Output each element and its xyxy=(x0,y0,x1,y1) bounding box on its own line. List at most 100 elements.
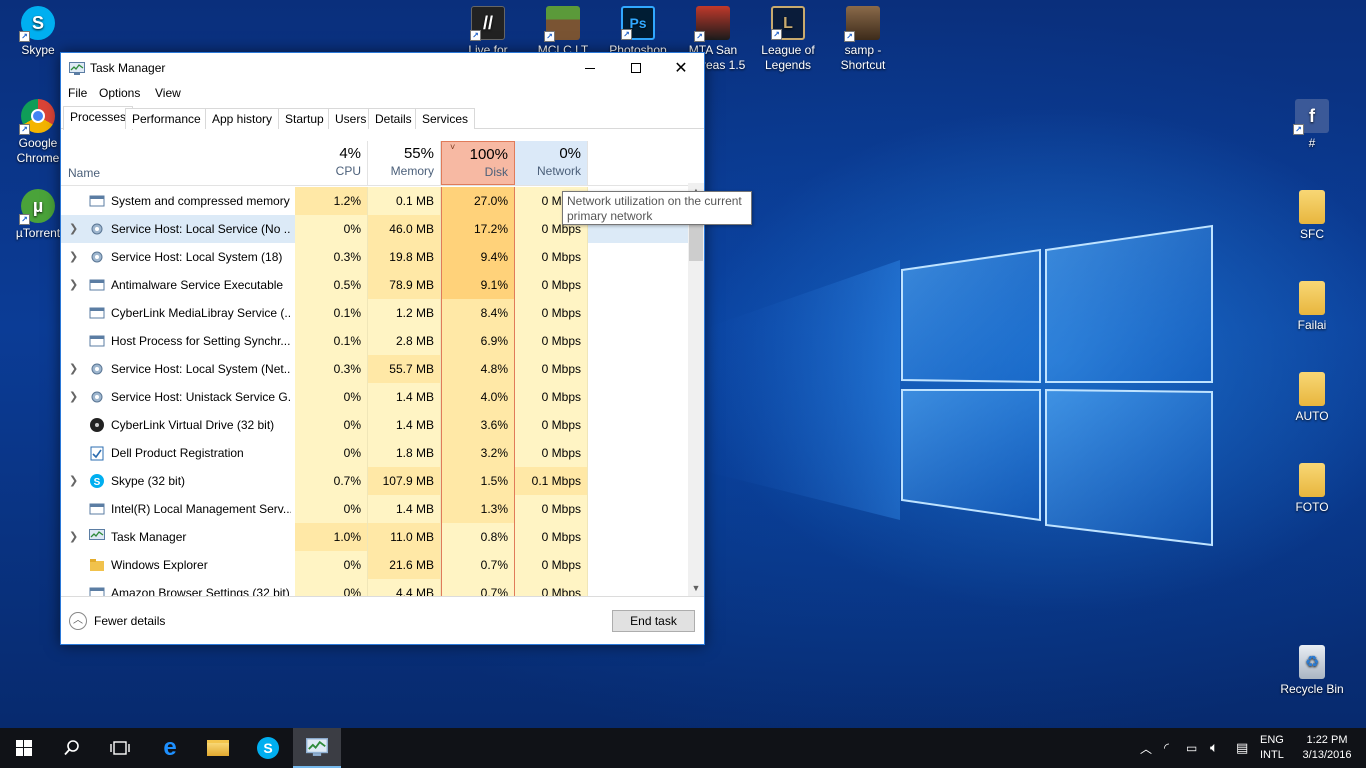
cpu-cell: 0% xyxy=(295,495,368,523)
cpu-cell: 1.0% xyxy=(295,523,368,551)
cpu-label: CPU xyxy=(335,164,361,178)
end-task-button[interactable]: End task xyxy=(612,610,695,632)
desktop-icon-samp[interactable]: ↗ samp - Shortcut xyxy=(825,6,901,73)
disk-cell: 1.3% xyxy=(441,495,515,523)
taskmanager-icon xyxy=(69,62,85,75)
process-name: Service Host: Local System (Net... xyxy=(111,362,291,376)
title-bar[interactable]: Task Manager ✕ xyxy=(61,53,704,83)
table-row[interactable]: Amazon Browser Settings (32 bit) 0% 4.4 MB… xyxy=(61,579,688,596)
memory-cell: 11.0 MB xyxy=(368,523,441,551)
process-name: Windows Explorer xyxy=(111,558,208,572)
desktop-icon-facebook[interactable]: f ↗ # xyxy=(1274,99,1350,151)
table-row[interactable]: ❯ Service Host: Local System (18) 0.3% 19.8… xyxy=(61,243,688,271)
maximize-button[interactable] xyxy=(613,53,659,83)
expand-chevron-icon[interactable]: ❯ xyxy=(69,362,78,375)
skype-icon: S xyxy=(89,473,105,489)
vertical-scrollbar[interactable]: ▲ ▼ xyxy=(688,183,704,596)
table-row[interactable]: ❯ Service Host: Local System (Net... 0.3% 5… xyxy=(61,355,688,383)
language-indicator[interactable]: ENG INTL xyxy=(1260,733,1284,768)
desktop-icon-skype[interactable]: S ↗ Skype xyxy=(0,6,76,58)
column-header-name[interactable]: Name xyxy=(68,166,100,180)
taskbar-file-explorer[interactable] xyxy=(194,728,242,768)
maximize-icon xyxy=(631,63,641,73)
task-manager-window: Task Manager ✕ File Options View Process… xyxy=(60,52,705,645)
recycle-bin-icon: ♻ xyxy=(1299,645,1325,679)
column-header-disk[interactable]: ˅ 100% Disk xyxy=(441,141,515,185)
cpu-cell: 1.2% xyxy=(295,187,368,215)
network-cell: 0 Mbps xyxy=(515,495,588,523)
table-row[interactable]: ❯ Antimalware Service Executable 0.5% 78.9 … xyxy=(61,271,688,299)
network-cell: 0 Mbps xyxy=(515,551,588,579)
chevron-up-icon[interactable]: ︿ xyxy=(69,612,87,630)
windows-start-icon xyxy=(16,740,32,756)
desktop-icon-label: Failai xyxy=(1297,318,1327,332)
memory-cell: 19.8 MB xyxy=(368,243,441,271)
keyboard-layout: INTL xyxy=(1260,749,1284,761)
task-view-button[interactable] xyxy=(96,728,144,768)
tab-services[interactable]: Services xyxy=(415,108,476,129)
taskbar-edge[interactable]: e xyxy=(146,728,194,768)
fewer-details-link[interactable]: Fewer details xyxy=(94,614,165,628)
table-row[interactable]: Windows Explorer 0% 21.6 MB 0.7% 0 Mbps xyxy=(61,551,688,579)
cpu-cell: 0% xyxy=(295,215,368,243)
menu-view[interactable]: View xyxy=(155,86,181,100)
cpu-cell: 0% xyxy=(295,383,368,411)
message-icon[interactable]: ▤ xyxy=(1236,740,1248,768)
table-row[interactable]: Intel(R) Local Management Serv... 0% 1.4 M… xyxy=(61,495,688,523)
taskbar-skype[interactable]: S xyxy=(244,728,292,768)
minimize-button[interactable] xyxy=(567,53,613,83)
expand-chevron-icon[interactable]: ❯ xyxy=(69,250,78,263)
sort-chevron-icon: ˅ xyxy=(450,142,456,152)
desktop-icon-auto[interactable]: AUTO xyxy=(1274,372,1350,424)
desktop-icon-recycle-bin[interactable]: ♻ Recycle Bin xyxy=(1274,645,1350,697)
desktop-icon-foto[interactable]: FOTO xyxy=(1274,463,1350,515)
tab-app-history[interactable]: App history xyxy=(205,108,280,129)
tab-startup[interactable]: Startup xyxy=(278,108,331,129)
disk-cell: 0.7% xyxy=(441,551,515,579)
scroll-down-icon[interactable]: ▼ xyxy=(688,580,704,596)
tab-processes[interactable]: Processes xyxy=(63,106,134,130)
desktop-icon-sfc[interactable]: SFC xyxy=(1274,190,1350,242)
expand-chevron-icon[interactable]: ❯ xyxy=(69,530,78,543)
table-row[interactable]: Dell Product Registration 0% 1.8 MB 3.2% 0 M… xyxy=(61,439,688,467)
table-row[interactable]: CyberLink Virtual Drive (32 bit) 0% 1.4 MB… xyxy=(61,411,688,439)
menu-file[interactable]: File xyxy=(68,86,87,100)
table-row[interactable]: CyberLink MediaLibray Service (... 0.1% 1.… xyxy=(61,299,688,327)
desktop-icon-failai[interactable]: Failai xyxy=(1274,281,1350,333)
desktop-icon-photoshop[interactable]: Ps ↗ Photoshop xyxy=(600,6,676,54)
tab-details[interactable]: Details xyxy=(368,108,419,129)
desktop-icon-lol[interactable]: L ↗ League of Legends xyxy=(750,6,826,73)
table-row[interactable]: ❯ S Skype (32 bit) 0.7% 107.9 MB 1.5% 0.1 Mbps xyxy=(61,467,688,495)
table-row[interactable]: ❯ Service Host: Unistack Service G... 0% 1.… xyxy=(61,383,688,411)
desktop-icon-minecraft[interactable]: ↗ MCLC LT xyxy=(525,6,601,54)
table-row[interactable]: Host Process for Setting Synchr... 0.1% 2.… xyxy=(61,327,688,355)
expand-chevron-icon[interactable]: ❯ xyxy=(69,222,78,235)
folder-icon xyxy=(1299,281,1325,315)
show-hidden-icons[interactable]: ︿ xyxy=(1140,740,1152,768)
tab-users[interactable]: Users xyxy=(328,108,374,129)
expand-chevron-icon[interactable]: ❯ xyxy=(69,474,78,487)
column-header-network[interactable]: 0% Network xyxy=(515,141,588,185)
window-footer: ︿ Fewer details End task xyxy=(61,596,704,644)
expand-chevron-icon[interactable]: ❯ xyxy=(69,278,78,291)
column-header-memory[interactable]: 55% Memory xyxy=(368,141,441,185)
cpu-cell: 0.3% xyxy=(295,355,368,383)
taskbar-task-manager[interactable] xyxy=(293,728,341,768)
tab-strip: Processes Performance App history Startu… xyxy=(61,106,704,130)
tab-performance[interactable]: Performance xyxy=(125,108,208,129)
desktop-icon-game[interactable]: //↗ Live for xyxy=(450,6,526,54)
desktop-icon-label: SFC xyxy=(1300,227,1324,241)
close-button[interactable]: ✕ xyxy=(658,53,704,83)
clock[interactable]: 1:22 PM 3/13/2016 xyxy=(1296,733,1358,768)
start-button[interactable] xyxy=(0,728,48,768)
volume-icon[interactable]: 🔈︎ xyxy=(1210,739,1218,768)
search-button[interactable] xyxy=(48,728,96,768)
close-icon: ✕ xyxy=(674,60,688,77)
table-row[interactable]: ❯ Task Manager 1.0% 11.0 MB 0.8% 0 Mbps xyxy=(61,523,688,551)
menu-options[interactable]: Options xyxy=(99,86,140,100)
column-header-cpu[interactable]: 4% CPU xyxy=(295,141,368,185)
expand-chevron-icon[interactable]: ❯ xyxy=(69,390,78,403)
cpu-cell: 0% xyxy=(295,439,368,467)
battery-icon[interactable]: ▭ xyxy=(1186,741,1197,768)
wifi-icon[interactable]: ◜ xyxy=(1164,740,1169,768)
